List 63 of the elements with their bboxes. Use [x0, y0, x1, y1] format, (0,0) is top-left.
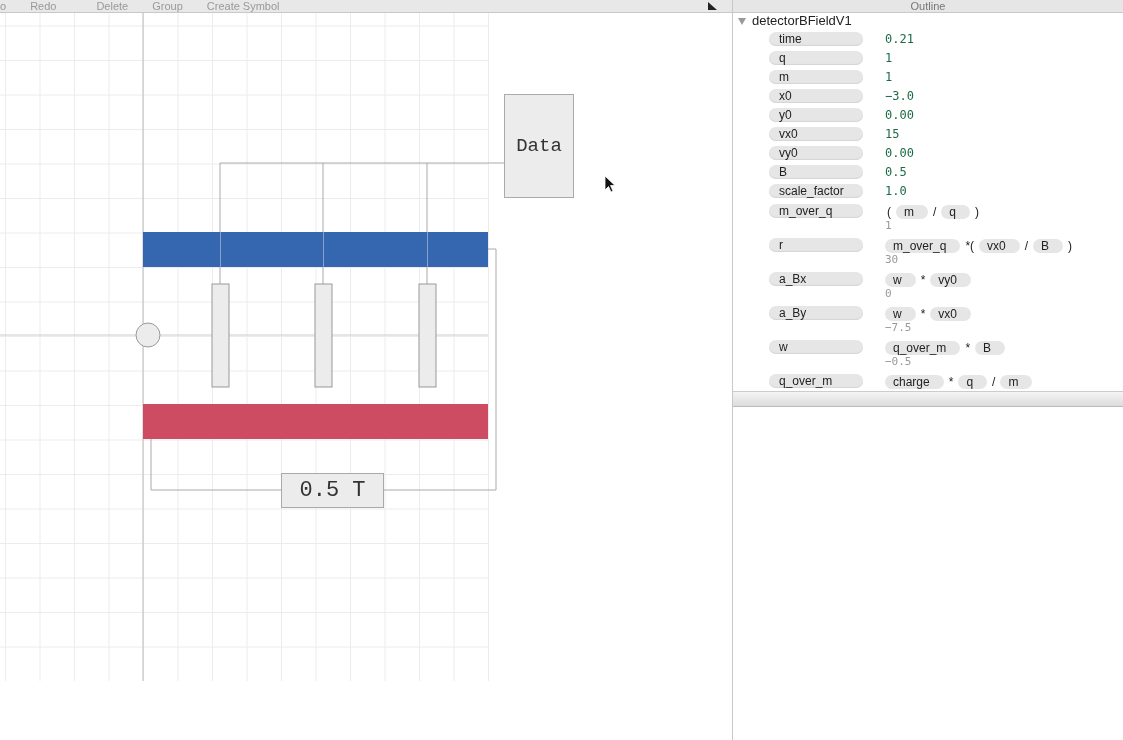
operator: / — [1023, 238, 1030, 253]
disclosure-triangle-icon[interactable] — [737, 15, 747, 26]
variable-value[interactable]: 0.00 — [885, 108, 914, 123]
reference-token[interactable]: B — [1033, 238, 1064, 253]
tree-item[interactable]: detectorBFieldV1 — [752, 13, 852, 28]
variable-value[interactable]: 0.5 — [885, 165, 907, 180]
reference-token[interactable]: vy0 — [930, 272, 972, 287]
cursor-icon — [604, 175, 616, 193]
operator: * — [919, 306, 927, 321]
variable-name[interactable]: y0 — [769, 108, 863, 122]
variable-name[interactable]: x0 — [769, 89, 863, 103]
panel-title: Outline — [910, 0, 946, 12]
variable-name[interactable]: m_over_q — [769, 204, 863, 218]
variable-name[interactable]: scale_factor — [769, 184, 863, 198]
particle — [135, 322, 161, 348]
variable-name[interactable]: m — [769, 70, 863, 84]
variable-value[interactable]: 0.21 — [885, 32, 914, 47]
reference-token[interactable]: w — [885, 306, 916, 321]
reference-token[interactable]: w — [885, 272, 916, 287]
variable-value[interactable]: 1 — [885, 70, 893, 85]
variable-name[interactable]: a_By — [769, 306, 863, 320]
data-box: Data — [504, 94, 574, 198]
reference-token[interactable]: B — [975, 340, 1006, 355]
reference-token[interactable]: m — [1000, 374, 1033, 389]
operator: ( — [886, 204, 892, 219]
operator: / — [932, 204, 938, 219]
resize-icon[interactable] — [706, 1, 718, 11]
formula-result: 1 — [885, 219, 893, 233]
reference-token[interactable]: m_over_q — [885, 238, 961, 253]
variable-name[interactable]: B — [769, 165, 863, 179]
operator: / — [991, 374, 997, 389]
variable-value[interactable]: 15 — [885, 127, 900, 142]
variable-name[interactable]: a_Bx — [769, 272, 863, 286]
reference-token[interactable]: m — [896, 204, 928, 219]
operator: ) — [974, 204, 981, 219]
reference-token[interactable]: vx0 — [979, 238, 1020, 253]
formula-result: 30 — [885, 253, 900, 267]
variable-name[interactable]: q_over_m — [769, 374, 863, 388]
operator: * — [964, 340, 972, 355]
variable-value[interactable]: 1.0 — [885, 184, 907, 199]
variable-name[interactable]: time — [769, 32, 863, 46]
reference-token[interactable]: charge — [885, 374, 944, 389]
formula-result: −7.5 — [885, 321, 913, 335]
variable-name[interactable]: q — [769, 51, 863, 65]
reference-token[interactable]: q_over_m — [885, 340, 961, 355]
reference-token[interactable]: vx0 — [930, 306, 972, 321]
formula-result: −0.5 — [885, 355, 913, 369]
variable-value[interactable]: −3.0 — [885, 89, 914, 104]
reference-token[interactable]: q — [941, 204, 971, 219]
variable-name[interactable]: w — [769, 340, 863, 354]
field-label: 0.5 T — [281, 473, 384, 508]
formula-result: 0 — [885, 287, 893, 301]
operator: ) — [1067, 238, 1074, 253]
variable-name[interactable]: r — [769, 238, 863, 252]
operator: *( — [964, 238, 976, 253]
operator: * — [947, 374, 955, 389]
variable-value[interactable]: 0.00 — [885, 146, 914, 161]
variable-name[interactable]: vy0 — [769, 146, 863, 160]
variable-name[interactable]: vx0 — [769, 127, 863, 141]
splitter[interactable] — [733, 391, 1123, 407]
operator: * — [919, 272, 927, 287]
reference-token[interactable]: q — [958, 374, 988, 389]
variable-value[interactable]: 1 — [885, 51, 893, 66]
